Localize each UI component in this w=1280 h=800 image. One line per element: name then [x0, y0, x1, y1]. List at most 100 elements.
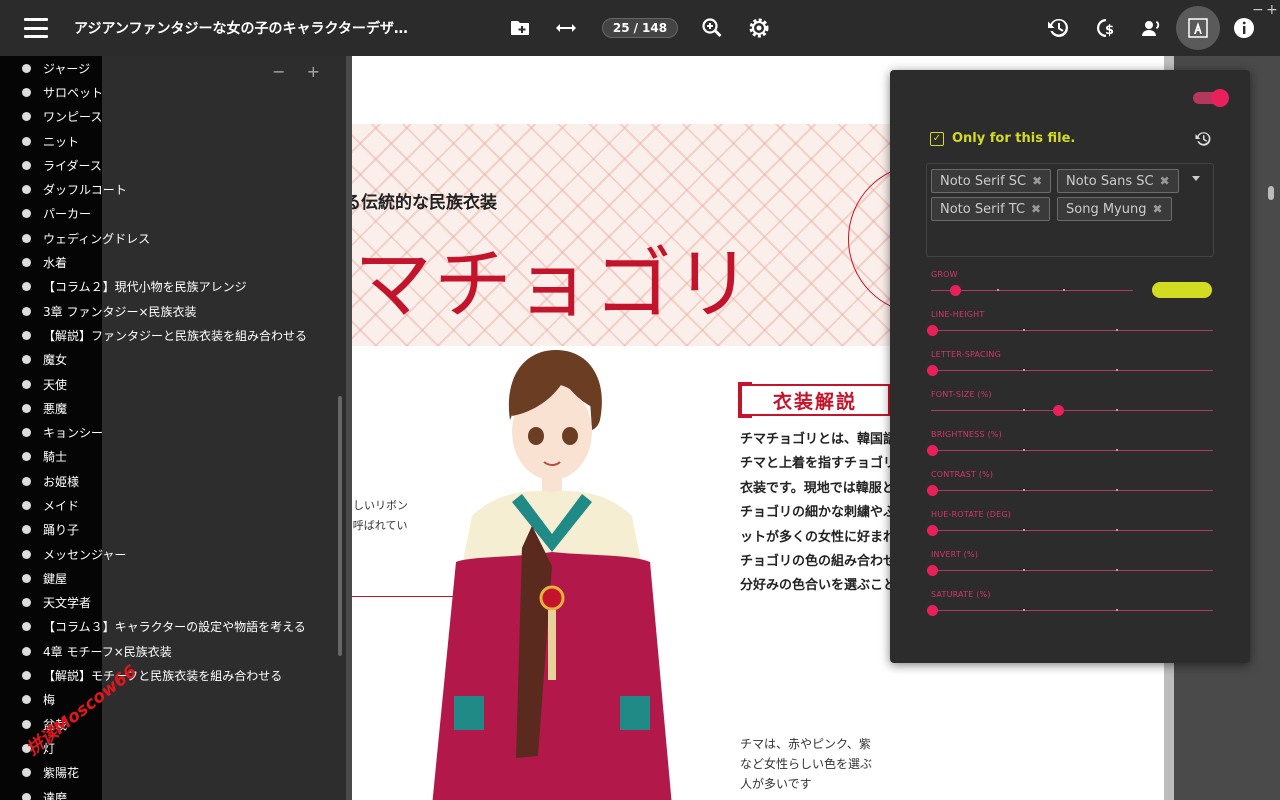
slider-tick — [1023, 489, 1025, 491]
toc-item[interactable]: ジャージ — [22, 56, 342, 80]
toc-item[interactable]: ニット — [22, 129, 342, 153]
slider-knob[interactable] — [927, 445, 938, 456]
toc-item[interactable]: メイド — [22, 493, 342, 517]
font-chip-label: Noto Serif SC — [940, 173, 1027, 189]
toc-item[interactable]: 3章 ファンタジー×民族衣装 — [22, 299, 342, 323]
toc-item[interactable]: 【コラム３】キャラクターの設定や物語を考える — [22, 615, 342, 639]
slider-row: CONTRAST (%) — [927, 470, 1214, 510]
dropdown-arrow-icon[interactable] — [1192, 176, 1200, 181]
window-minimize[interactable]: − — [1252, 2, 1264, 18]
font-settings-button[interactable] — [1176, 6, 1220, 50]
menu-icon[interactable] — [22, 16, 50, 40]
slider-track[interactable] — [931, 330, 1213, 331]
font-list[interactable]: Noto Serif SC ✖ Noto Sans SC ✖ Noto Serif TC… — [926, 163, 1214, 257]
toc-item[interactable]: サロペット — [22, 80, 342, 104]
font-chip[interactable]: Song Myung ✖ — [1057, 197, 1172, 221]
slider-knob[interactable] — [927, 525, 938, 536]
toc-item-label: メイド — [43, 498, 80, 513]
slider-track[interactable] — [931, 370, 1213, 371]
slider-track[interactable] — [931, 410, 1213, 411]
toc-item[interactable]: 鍵屋 — [22, 566, 342, 590]
toc-item-label: 紫陽花 — [43, 766, 80, 781]
window-maximize[interactable]: + — [1266, 2, 1278, 18]
slider-knob[interactable] — [927, 485, 938, 496]
info-icon[interactable] — [1230, 14, 1258, 42]
slider-track[interactable] — [931, 570, 1213, 571]
slider-knob[interactable] — [950, 285, 961, 296]
toc-item[interactable]: 紫陽花 — [22, 761, 342, 785]
slider-track[interactable] — [931, 610, 1213, 611]
toc-item[interactable]: キョンシー — [22, 420, 342, 444]
currency-icon[interactable]: $ — [1092, 14, 1120, 42]
viewer-scrollbar[interactable] — [1268, 186, 1274, 200]
slider-row: LINE-HEIGHT — [927, 310, 1214, 350]
grow-highlight-button[interactable] — [1152, 282, 1212, 298]
slider-tick — [1116, 489, 1118, 491]
font-chip[interactable]: Noto Serif TC ✖ — [931, 197, 1051, 221]
toc-item[interactable]: 【コラム２】現代小物を民族アレンジ — [22, 275, 342, 299]
slider-knob[interactable] — [927, 365, 938, 376]
voice-icon[interactable] — [1138, 14, 1166, 42]
slider-tick — [1116, 409, 1118, 411]
toc-item-label: ジャージ — [43, 61, 91, 76]
font-chip[interactable]: Noto Serif SC ✖ — [931, 169, 1052, 193]
page-indicator[interactable]: 25 / 148 — [602, 18, 678, 38]
toc-item[interactable]: 天使 — [22, 372, 342, 396]
slider-row: BRIGHTNESS (%) — [927, 430, 1214, 470]
only-this-file-option[interactable]: ✓ Only for this file. — [930, 131, 1075, 146]
toc-item[interactable]: 騎士 — [22, 445, 342, 469]
toc-item-label: 【解説】モチーフと民族衣装を組み合わせる — [43, 669, 283, 684]
toc-item[interactable]: 天文学者 — [22, 591, 342, 615]
toc-item[interactable]: ライダース — [22, 153, 342, 177]
toc-item[interactable]: ダッフルコート — [22, 177, 342, 201]
toc-item[interactable]: 魔女 — [22, 348, 342, 372]
slider-knob[interactable] — [1053, 405, 1064, 416]
toc-item[interactable]: ワンピース — [22, 105, 342, 129]
slider-knob[interactable] — [927, 565, 938, 576]
remove-icon[interactable]: ✖ — [1031, 202, 1041, 216]
slider-track[interactable] — [931, 490, 1213, 491]
toc-item[interactable]: 水着 — [22, 250, 342, 274]
only-this-file-checkbox[interactable]: ✓ — [930, 131, 944, 146]
toc-item[interactable]: パーカー — [22, 202, 342, 226]
toc-item[interactable]: 達磨 — [22, 785, 342, 800]
fit-width-icon[interactable] — [552, 14, 580, 42]
toc-item-label: キョンシー — [43, 426, 104, 441]
slider-track[interactable] — [931, 530, 1213, 531]
toc-item[interactable]: 4章 モチーフ×民族衣装 — [22, 639, 342, 663]
toc-item[interactable]: 【解説】モチーフと民族衣装を組み合わせる — [22, 663, 342, 687]
slider-row: SATURATE (%) — [927, 590, 1214, 630]
slider-track[interactable] — [931, 450, 1213, 451]
slider-label: INVERT (%) — [931, 550, 979, 559]
bullet-icon — [22, 768, 31, 778]
toc-item[interactable]: 【解説】ファンタジーと民族衣装を組み合わせる — [22, 323, 342, 347]
slider-knob[interactable] — [927, 325, 938, 336]
zoom-icon[interactable] — [698, 14, 726, 42]
toc-item[interactable]: 灯 — [22, 736, 342, 760]
settings-icon[interactable] — [745, 14, 773, 42]
toc-item[interactable]: メッセンジャー — [22, 542, 342, 566]
history-icon[interactable] — [1044, 14, 1072, 42]
add-folder-icon[interactable] — [506, 14, 534, 42]
remove-icon[interactable]: ✖ — [1160, 174, 1170, 188]
toc-item[interactable]: 悪魔 — [22, 396, 342, 420]
bullet-icon — [22, 403, 31, 413]
slider-knob[interactable] — [927, 605, 938, 616]
bullet-icon — [22, 598, 31, 608]
toc-item-label: ライダース — [43, 158, 102, 173]
page-current: 25 — [612, 21, 630, 35]
toc-item-label: 梅 — [43, 693, 56, 708]
toc-item[interactable]: 踊り子 — [22, 518, 342, 542]
reset-icon[interactable] — [1194, 130, 1212, 148]
toc-scrollbar[interactable] — [338, 396, 342, 656]
font-chip[interactable]: Noto Sans SC ✖ — [1057, 169, 1179, 193]
section-label-text: 衣装解説 — [772, 390, 857, 413]
slider-track[interactable] — [931, 290, 1133, 291]
remove-icon[interactable]: ✖ — [1032, 174, 1042, 188]
toc-item[interactable]: お姫様 — [22, 469, 342, 493]
slider-tick — [997, 289, 999, 291]
remove-icon[interactable]: ✖ — [1152, 202, 1162, 216]
slider-tick — [1023, 569, 1025, 571]
toc-item[interactable]: ウェディングドレス — [22, 226, 342, 250]
enable-toggle[interactable] — [1193, 89, 1229, 107]
